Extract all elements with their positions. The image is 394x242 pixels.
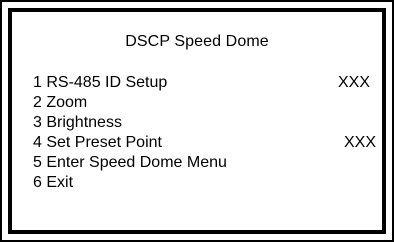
menu-item-enter-speed-dome-menu[interactable]: 5 Enter Speed Dome Menu: [33, 153, 379, 173]
menu-window: DSCP Speed Dome 1 RS-485 ID Setup XXX 2 …: [8, 8, 386, 234]
menu-item-label: 5 Enter Speed Dome Menu: [33, 154, 227, 171]
menu-item-exit[interactable]: 6 Exit: [33, 173, 379, 193]
menu-item-rs485-id-setup[interactable]: 1 RS-485 ID Setup XXX: [33, 73, 379, 93]
menu-item-zoom[interactable]: 2 Zoom: [33, 93, 379, 113]
menu-item-label: 2 Zoom: [33, 94, 88, 111]
preset-point-value: XXX: [344, 134, 377, 151]
menu-list: 1 RS-485 ID Setup XXX 2 Zoom 3 Brightnes…: [33, 73, 379, 193]
rs485-id-value: XXX: [338, 74, 371, 91]
menu-title: DSCP Speed Dome: [125, 33, 269, 50]
menu-item-label: 3 Brightness: [33, 114, 122, 131]
menu-item-label: 4 Set Preset Point: [33, 134, 162, 151]
menu-item-set-preset-point[interactable]: 4 Set Preset Point XXX: [33, 133, 379, 153]
menu-item-label: 1 RS-485 ID Setup: [33, 74, 168, 91]
menu-item-brightness[interactable]: 3 Brightness: [33, 113, 379, 133]
menu-window-outer-border: DSCP Speed Dome 1 RS-485 ID Setup XXX 2 …: [0, 0, 394, 242]
menu-item-label: 6 Exit: [33, 174, 74, 191]
